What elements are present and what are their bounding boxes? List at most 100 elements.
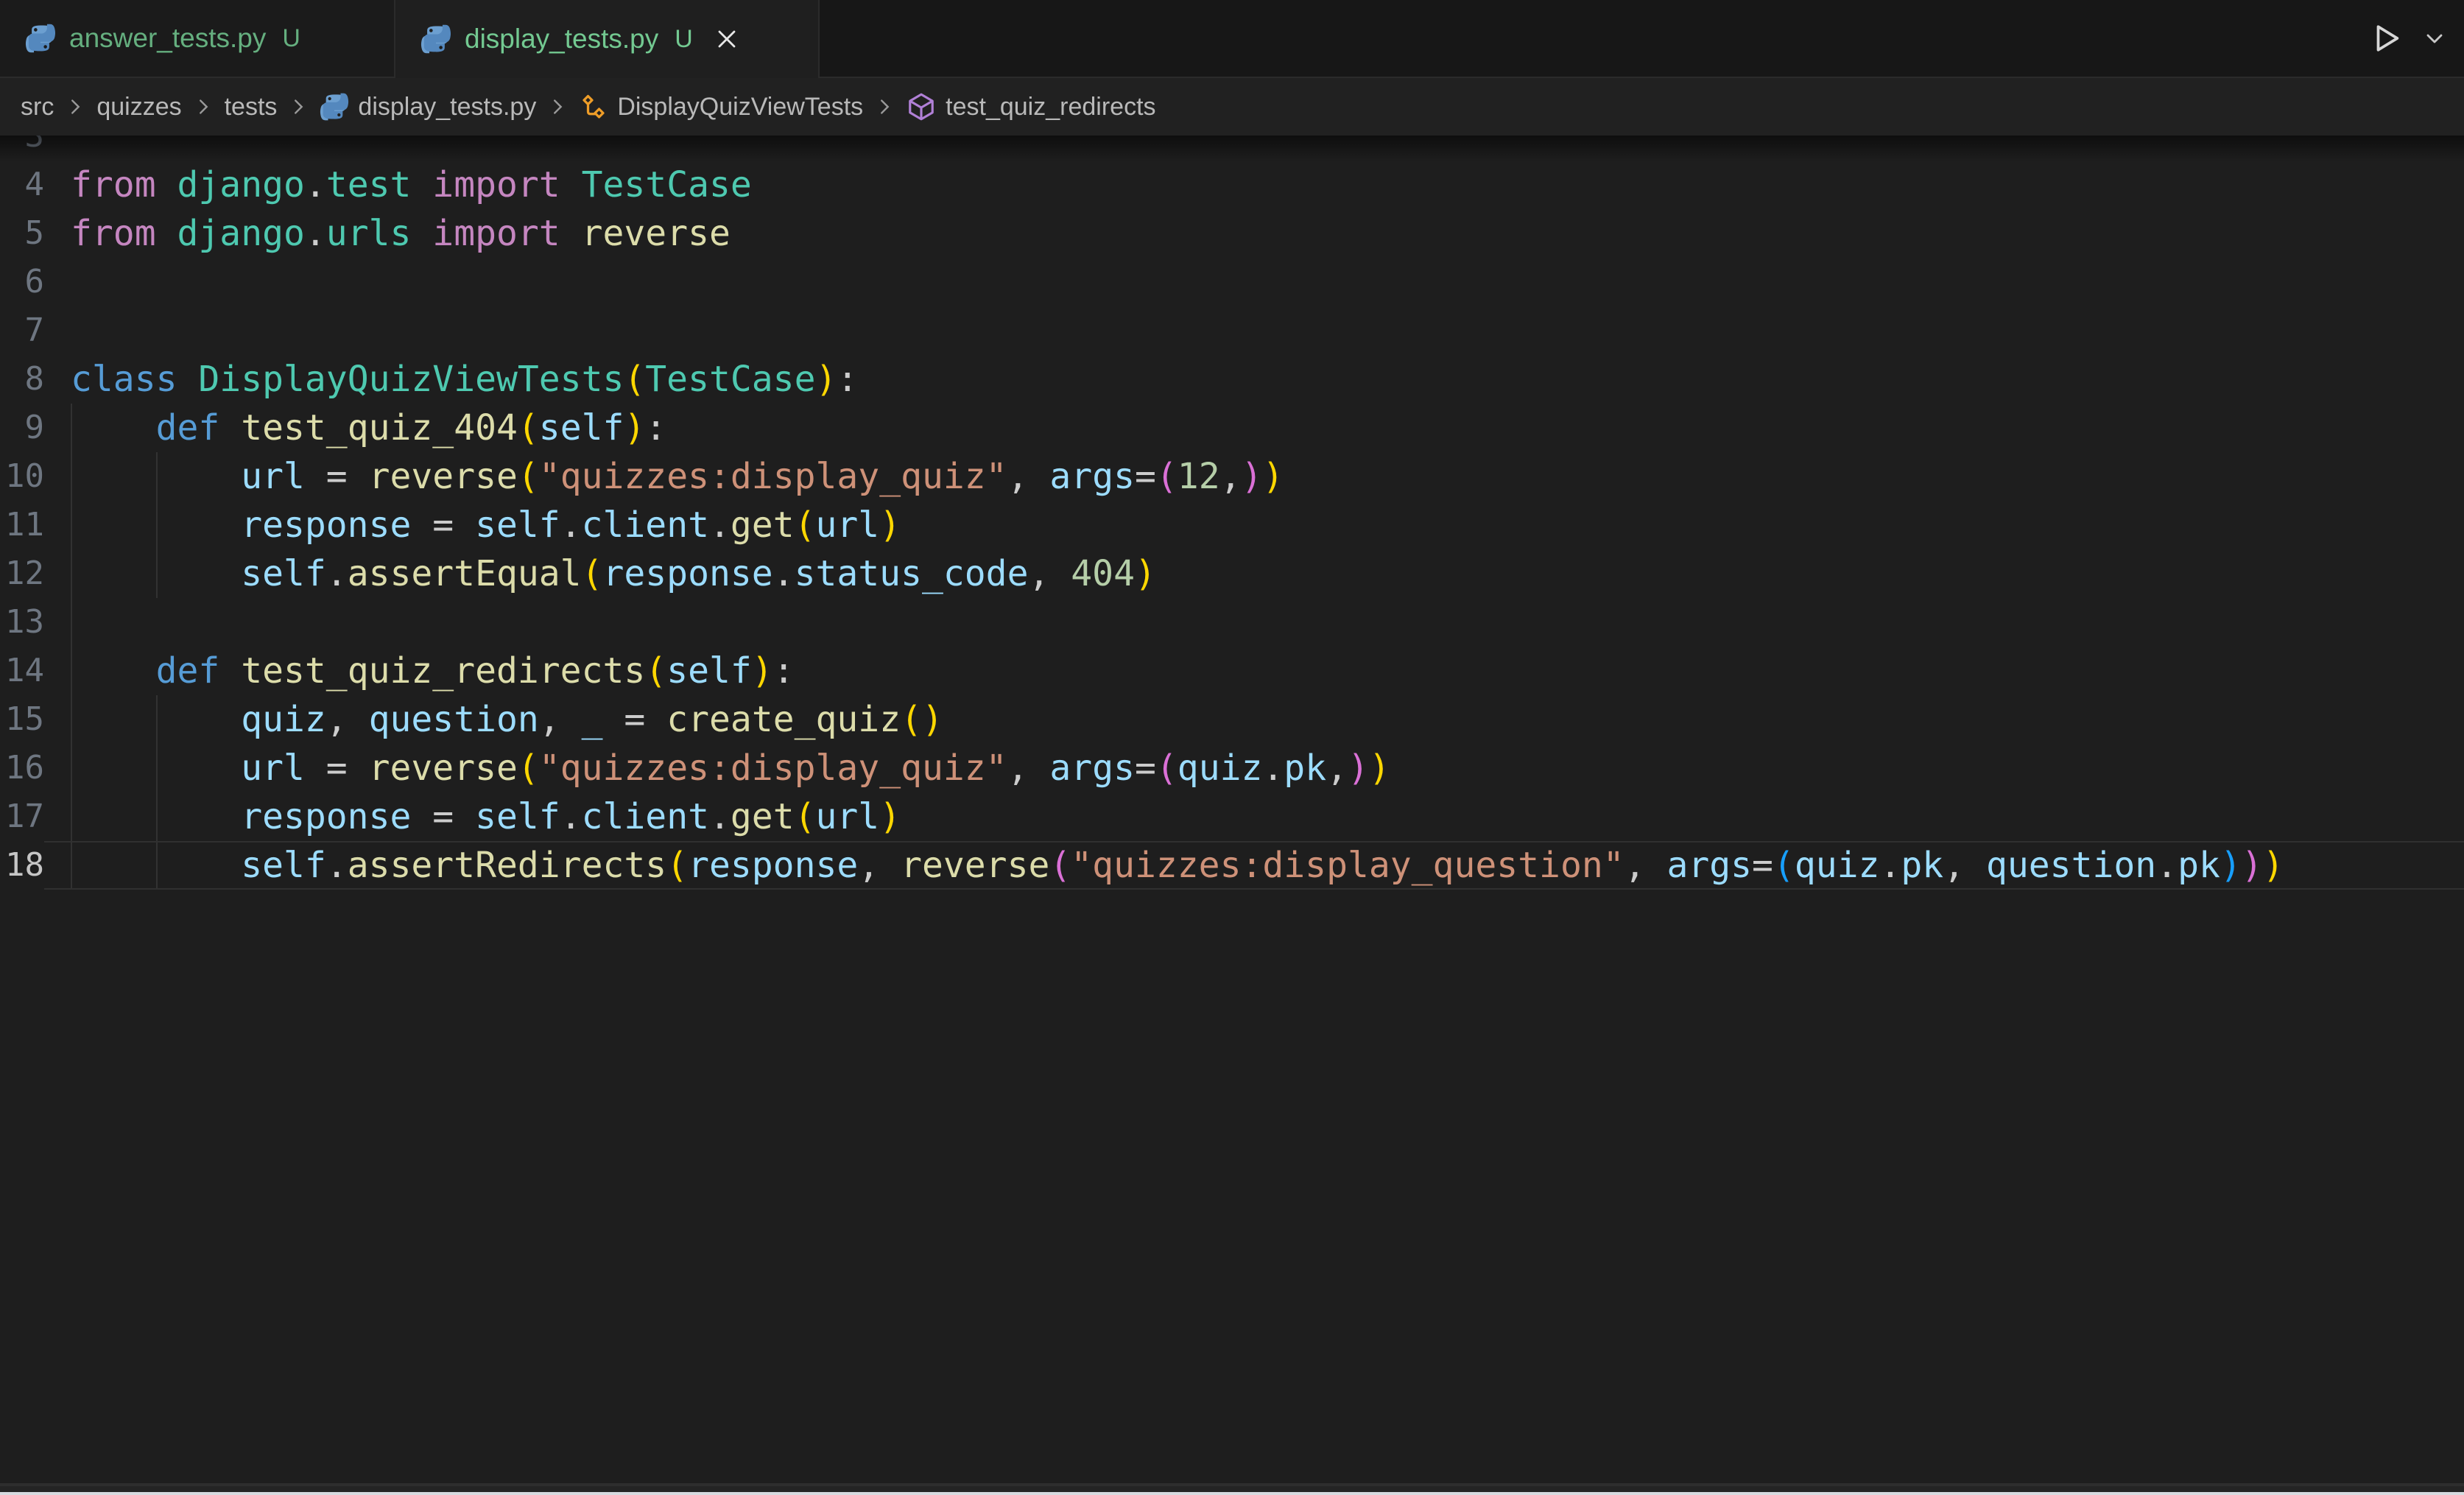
modified-badge: U — [282, 24, 300, 53]
code-area[interactable]: 34from django.test import TestCase5from … — [0, 136, 2464, 890]
symbol-class-icon — [579, 92, 608, 122]
code-text[interactable]: self.assertEqual(response.status_code, 4… — [44, 549, 2464, 598]
indent-guide — [71, 841, 72, 890]
indent-guide — [156, 841, 158, 890]
code-line-5[interactable]: 5from django.urls import reverse — [0, 209, 2464, 258]
tab-answer-tests-py[interactable]: answer_tests.py U — [0, 0, 395, 77]
breadcrumb-item-method[interactable]: test_quiz_redirects — [906, 91, 1155, 122]
run-dropdown-chevron-icon[interactable] — [2423, 27, 2446, 50]
breadcrumb-item-file[interactable]: display_tests.py — [320, 92, 536, 122]
code-text[interactable] — [44, 306, 2464, 355]
code-text[interactable]: def test_quiz_redirects(self): — [44, 647, 2464, 695]
code-line-3[interactable]: 3 — [0, 136, 2464, 161]
line-number: 15 — [0, 695, 44, 744]
line-number: 10 — [0, 452, 44, 501]
indent-guide — [71, 695, 72, 744]
code-text[interactable]: response = self.client.get(url) — [44, 792, 2464, 841]
run-python-file-button[interactable] — [2370, 20, 2404, 57]
code-text[interactable]: url = reverse("quizzes:display_quiz", ar… — [44, 452, 2464, 501]
chevron-right-icon — [546, 96, 569, 118]
line-number: 6 — [0, 258, 44, 306]
code-line-15[interactable]: 15 quiz, question, _ = create_quiz() — [0, 695, 2464, 744]
editor-actions — [2370, 0, 2446, 77]
code-text[interactable]: self.assertRedirects(response, reverse("… — [44, 841, 2464, 890]
code-text[interactable] — [44, 136, 2464, 161]
line-number: 16 — [0, 744, 44, 792]
breadcrumb-item-class[interactable]: DisplayQuizViewTests — [579, 92, 863, 122]
tab-display-tests-py[interactable]: display_tests.py U — [395, 0, 820, 78]
chevron-right-icon — [64, 96, 86, 118]
code-text[interactable] — [44, 258, 2464, 306]
line-number: 7 — [0, 306, 44, 355]
tab-label: display_tests.py — [465, 24, 658, 54]
breadcrumb-label: quizzes — [96, 93, 181, 122]
breadcrumb-label: src — [21, 93, 54, 122]
breadcrumb-item-src[interactable]: src — [21, 93, 54, 122]
close-icon[interactable] — [711, 23, 743, 55]
indent-guide — [156, 792, 158, 841]
tab-bar: answer_tests.py U display_tests.py U — [0, 0, 2464, 78]
indent-guide — [71, 452, 72, 501]
code-line-8[interactable]: 8class DisplayQuizViewTests(TestCase): — [0, 355, 2464, 404]
code-text[interactable]: response = self.client.get(url) — [44, 501, 2464, 549]
breadcrumb-label: tests — [225, 93, 278, 122]
indent-guide — [156, 695, 158, 744]
code-line-14[interactable]: 14 def test_quiz_redirects(self): — [0, 647, 2464, 695]
indent-guide — [156, 744, 158, 792]
line-number: 8 — [0, 355, 44, 404]
code-text[interactable]: class DisplayQuizViewTests(TestCase): — [44, 355, 2464, 404]
code-line-18[interactable]: 18 self.assertRedirects(response, revers… — [0, 841, 2464, 890]
code-text[interactable]: url = reverse("quizzes:display_quiz", ar… — [44, 744, 2464, 792]
code-line-4[interactable]: 4from django.test import TestCase — [0, 161, 2464, 209]
code-line-16[interactable]: 16 url = reverse("quizzes:display_quiz",… — [0, 744, 2464, 792]
indent-guide — [71, 647, 72, 695]
indent-guide — [156, 452, 158, 501]
code-line-6[interactable]: 6 — [0, 258, 2464, 306]
indent-guide — [71, 792, 72, 841]
line-number: 11 — [0, 501, 44, 549]
code-text[interactable] — [44, 598, 2464, 647]
line-number: 5 — [0, 209, 44, 258]
chevron-right-icon — [192, 96, 214, 118]
line-number: 13 — [0, 598, 44, 647]
python-file-icon — [320, 92, 349, 122]
chevron-right-icon — [873, 96, 895, 118]
indent-guide — [71, 744, 72, 792]
tab-label: answer_tests.py — [69, 23, 266, 54]
editor[interactable]: 34from django.test import TestCase5from … — [0, 136, 2464, 1483]
breadcrumb-item-quizzes[interactable]: quizzes — [96, 93, 181, 122]
python-file-icon — [25, 23, 56, 54]
symbol-method-icon — [906, 91, 937, 122]
code-line-17[interactable]: 17 response = self.client.get(url) — [0, 792, 2464, 841]
breadcrumb-label: display_tests.py — [358, 93, 536, 122]
line-number: 9 — [0, 404, 44, 452]
code-text[interactable]: quiz, question, _ = create_quiz() — [44, 695, 2464, 744]
line-number: 18 — [0, 841, 44, 890]
python-file-icon — [420, 24, 451, 54]
chevron-right-icon — [287, 96, 309, 118]
modified-badge: U — [675, 25, 693, 54]
code-line-9[interactable]: 9 def test_quiz_404(self): — [0, 404, 2464, 452]
taskbar-edge — [0, 1492, 2464, 1495]
breadcrumb-item-tests[interactable]: tests — [225, 93, 278, 122]
code-text[interactable]: def test_quiz_404(self): — [44, 404, 2464, 452]
indent-guide — [71, 549, 72, 598]
line-number: 12 — [0, 549, 44, 598]
line-number: 4 — [0, 161, 44, 209]
line-number: 3 — [0, 136, 44, 161]
code-line-13[interactable]: 13 — [0, 598, 2464, 647]
code-text[interactable]: from django.test import TestCase — [44, 161, 2464, 209]
indent-guide — [156, 549, 158, 598]
line-number: 17 — [0, 792, 44, 841]
indent-guide — [156, 501, 158, 549]
breadcrumb-label: DisplayQuizViewTests — [617, 93, 863, 122]
window-bottom-strip — [0, 1486, 2464, 1492]
indent-guide — [71, 598, 72, 647]
code-line-11[interactable]: 11 response = self.client.get(url) — [0, 501, 2464, 549]
line-number: 14 — [0, 647, 44, 695]
code-line-10[interactable]: 10 url = reverse("quizzes:display_quiz",… — [0, 452, 2464, 501]
code-text[interactable]: from django.urls import reverse — [44, 209, 2464, 258]
breadcrumb: src quizzes tests display_tests.py — [0, 78, 2464, 136]
code-line-7[interactable]: 7 — [0, 306, 2464, 355]
code-line-12[interactable]: 12 self.assertEqual(response.status_code… — [0, 549, 2464, 598]
